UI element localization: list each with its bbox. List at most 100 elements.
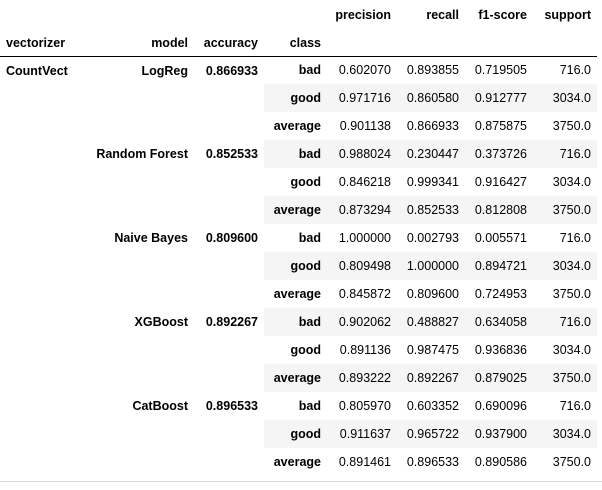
cell-f1-score: 0.879025 [465,364,533,392]
cell-precision: 0.901138 [339,119,391,133]
index-model: CatBoost [82,392,194,476]
cell-precision: 0.845872 [338,287,391,301]
index-class: good [264,420,327,448]
cell-f1-score: 0.719505 [474,63,527,78]
header-row-index-names: vectorizer model accuracy class [0,30,597,57]
index-class: bad [298,399,321,413]
cell-recall: 0.852533 [397,196,465,224]
cell-support: 716.0 [559,399,591,413]
cell-precision: 0.602070 [338,63,391,78]
cell-f1-score: 0.890586 [474,455,527,469]
index-name-class: class [264,30,327,57]
index-class: average [273,455,321,469]
header-blank [327,30,397,57]
cell-recall: 0.892267 [397,364,465,392]
cell-precision: 0.902062 [327,308,397,336]
index-class: good [264,252,327,280]
cell-recall: 0.809600 [406,287,459,301]
table-row: Random Forest 0.852533 bad 0.988024 0.230447… [0,140,597,224]
header-f1-score: f1-score [478,8,527,22]
cell-support: 3034.0 [533,252,597,280]
cell-support: 3750.0 [533,196,597,224]
cell-precision: 0.891461 [338,455,391,469]
cell-support: 3034.0 [533,84,597,112]
header-support: support [544,8,591,22]
cell-precision: 0.911637 [327,420,397,448]
cell-recall: 0.893855 [406,63,459,78]
index-model: Naive Bayes [82,224,194,308]
index-class: good [290,343,321,357]
header-blank [0,0,82,30]
cell-precision: 0.893222 [327,364,397,392]
cell-precision: 0.873294 [327,196,397,224]
index-class: bad [264,140,327,168]
index-class: good [264,84,327,112]
header-row-columns: precision recall f1-score support [0,0,597,30]
index-model: LogReg [82,56,194,140]
cell-f1-score: 0.875875 [474,119,527,133]
cell-recall: 0.230447 [397,140,465,168]
cell-f1-score: 0.916427 [474,175,527,189]
index-name-vectorizer: vectorizer [0,30,82,57]
cell-f1-score: 0.634058 [465,308,533,336]
cell-precision: 1.000000 [338,231,391,245]
cell-recall: 1.000000 [397,252,465,280]
cell-precision: 0.971716 [327,84,397,112]
index-accuracy: 0.892267 [194,308,264,392]
cell-recall: 0.488827 [397,308,465,336]
table-row: XGBoost 0.892267 bad 0.902062 0.488827 0.6340… [0,308,597,392]
cell-precision: 0.805970 [338,399,391,413]
cell-f1-score: 0.912777 [465,84,533,112]
cell-support: 716.0 [533,140,597,168]
header-blank [82,0,194,30]
header-blank [194,0,264,30]
cell-precision: 0.846218 [338,175,391,189]
header-blank [264,0,327,30]
cell-support: 3034.0 [533,420,597,448]
index-vectorizer: CountVect [0,56,82,476]
cell-support: 3750.0 [533,364,597,392]
cell-f1-score: 0.373726 [465,140,533,168]
header-blank [465,30,533,57]
cell-f1-score: 0.724953 [474,287,527,301]
cell-support: 3750.0 [552,287,591,301]
header-blank [397,30,465,57]
cell-support: 716.0 [559,231,591,245]
cell-f1-score: 0.812808 [465,196,533,224]
index-accuracy: 0.896533 [194,392,264,476]
cell-recall: 0.866933 [406,119,459,133]
index-name-model: model [82,30,194,57]
metrics-table: precision recall f1-score support vector… [0,0,597,476]
index-class: average [273,287,321,301]
cell-support: 3750.0 [552,119,591,133]
table-row: Naive Bayes 0.809600 bad 1.000000 0.002793 0.… [0,224,597,308]
cell-f1-score: 0.936836 [474,343,527,357]
index-class: average [273,119,321,133]
index-accuracy: 0.866933 [194,56,264,140]
cell-precision: 0.891136 [339,343,391,357]
cell-recall: 0.999341 [406,175,459,189]
table-body: CountVect LogReg 0.866933 bad 0.602070 0.8938… [0,56,597,476]
cell-precision: 0.809498 [327,252,397,280]
dataframe-output: precision recall f1-score support vector… [0,0,602,476]
cell-f1-score: 0.690096 [474,399,527,413]
index-class: bad [298,231,321,245]
index-model: Random Forest [82,140,194,224]
index-class: average [264,364,327,392]
index-class: good [290,175,321,189]
table-row: CountVect LogReg 0.866933 bad 0.602070 0.8938… [0,56,597,476]
header-recall: recall [426,8,459,22]
cell-recall: 0.987475 [406,343,459,357]
cell-precision: 0.988024 [327,140,397,168]
cell-recall: 0.002793 [406,231,459,245]
cell-recall: 0.603352 [406,399,459,413]
cell-f1-score: 0.005571 [474,231,527,245]
cell-support: 3750.0 [552,455,591,469]
header-blank [533,30,597,57]
table-row: CatBoost 0.896533 bad 0.805970 0.603352 0.690… [0,392,597,476]
cell-support: 716.0 [533,308,597,336]
cell-recall: 0.860580 [397,84,465,112]
cell-f1-score: 0.937900 [465,420,533,448]
cell-support: 3034.0 [552,175,591,189]
header-precision: precision [335,8,391,22]
